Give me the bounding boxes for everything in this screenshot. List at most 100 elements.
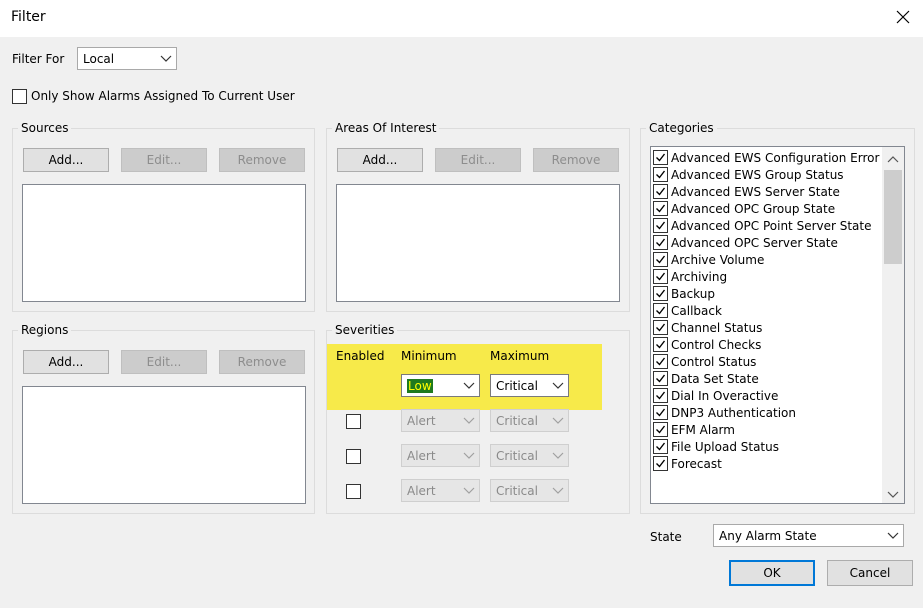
category-label: Callback: [671, 303, 722, 318]
category-item[interactable]: Advanced OPC Point Server State: [653, 217, 872, 234]
category-item[interactable]: Advanced OPC Server State: [653, 234, 838, 251]
regions-remove-button[interactable]: Remove: [219, 350, 305, 374]
categories-scrollbar[interactable]: [882, 147, 904, 503]
chevron-down-icon: [463, 382, 475, 389]
category-item[interactable]: Archiving: [653, 268, 727, 285]
category-checkbox[interactable]: [653, 201, 668, 216]
category-item[interactable]: Channel Status: [653, 319, 762, 336]
close-icon[interactable]: [891, 5, 915, 29]
category-item[interactable]: DNP3 Authentication: [653, 404, 796, 421]
categories-title: Categories: [646, 121, 717, 135]
category-item[interactable]: Callback: [653, 302, 722, 319]
regions-list[interactable]: [22, 386, 306, 504]
severity-min-value: Alert: [407, 483, 436, 498]
category-item[interactable]: Data Set State: [653, 370, 759, 387]
category-checkbox[interactable]: [653, 422, 668, 437]
category-checkbox[interactable]: [653, 439, 668, 454]
category-label: Channel Status: [671, 320, 763, 335]
category-label: Advanced OPC Group State: [671, 201, 836, 216]
cancel-button[interactable]: Cancel: [827, 560, 913, 586]
check-icon: [656, 153, 666, 162]
check-icon: [656, 204, 666, 213]
ok-button[interactable]: OK: [729, 560, 815, 586]
sources-list[interactable]: [22, 184, 306, 302]
category-item[interactable]: Advanced EWS Server State: [653, 183, 840, 200]
severity-max-select[interactable]: Critical: [490, 409, 569, 432]
category-checkbox[interactable]: [653, 218, 668, 233]
category-item[interactable]: File Upload Status: [653, 438, 779, 455]
areas-list[interactable]: [336, 184, 620, 302]
category-checkbox[interactable]: [653, 184, 668, 199]
category-label: Advanced OPC Point Server State: [671, 218, 872, 233]
category-checkbox[interactable]: [653, 303, 668, 318]
filter-for-select[interactable]: Local: [77, 47, 177, 70]
category-checkbox[interactable]: [653, 388, 668, 403]
chevron-down-icon: [463, 487, 475, 494]
severity-min-select[interactable]: Alert: [401, 409, 480, 432]
chevron-down-icon: [552, 452, 564, 459]
severity-max-value: Critical: [496, 483, 538, 498]
scrollbar-thumb[interactable]: [884, 170, 902, 264]
check-icon: [656, 459, 666, 468]
chevron-down-icon[interactable]: [887, 488, 899, 502]
filter-for-value: Local: [83, 51, 115, 66]
severity-max-select[interactable]: Critical: [490, 444, 569, 467]
check-icon: [656, 340, 666, 349]
severity-min-select[interactable]: Alert: [401, 479, 480, 502]
severity-min-select[interactable]: Alert: [401, 444, 480, 467]
category-checkbox[interactable]: [653, 150, 668, 165]
category-checkbox[interactable]: [653, 337, 668, 352]
check-icon: [656, 187, 666, 196]
regions-edit-button[interactable]: Edit...: [121, 350, 207, 374]
check-icon: [656, 408, 666, 417]
category-checkbox[interactable]: [653, 405, 668, 420]
check-icon: [656, 255, 666, 264]
severity-max-select[interactable]: Critical: [490, 479, 569, 502]
sources-remove-button[interactable]: Remove: [219, 148, 305, 172]
category-item[interactable]: Dial In Overactive: [653, 387, 778, 404]
areas-add-button[interactable]: Add...: [337, 148, 423, 172]
category-label: Advanced EWS Server State: [671, 184, 840, 199]
category-checkbox[interactable]: [653, 235, 668, 250]
severity-enabled-header: Enabled: [336, 349, 385, 363]
category-checkbox[interactable]: [653, 286, 668, 301]
category-item[interactable]: Advanced OPC Group State: [653, 200, 835, 217]
category-checkbox[interactable]: [653, 456, 668, 471]
category-checkbox[interactable]: [653, 269, 668, 284]
severity-max-select-active[interactable]: Critical: [490, 374, 569, 397]
category-checkbox[interactable]: [653, 354, 668, 369]
severity-enabled-checkbox[interactable]: [346, 484, 361, 499]
category-checkbox[interactable]: [653, 167, 668, 182]
category-item[interactable]: Control Checks: [653, 336, 761, 353]
severity-min-value: Low: [407, 378, 433, 393]
category-item[interactable]: EFM Alarm: [653, 421, 735, 438]
category-label: Backup: [671, 286, 715, 301]
only-show-checkbox[interactable]: [12, 89, 27, 104]
category-item[interactable]: Control Status: [653, 353, 756, 370]
sources-edit-button[interactable]: Edit...: [121, 148, 207, 172]
severity-max-value: Critical: [496, 378, 538, 393]
category-item[interactable]: Backup: [653, 285, 715, 302]
severity-enabled-checkbox[interactable]: [346, 449, 361, 464]
areas-edit-button[interactable]: Edit...: [435, 148, 521, 172]
chevron-up-icon[interactable]: [887, 152, 899, 166]
severity-min-select-active[interactable]: Low: [401, 374, 480, 397]
category-item[interactable]: Advanced EWS Configuration Error: [653, 149, 879, 166]
category-item[interactable]: Forecast: [653, 455, 722, 472]
chevron-down-icon: [463, 452, 475, 459]
category-item[interactable]: Advanced EWS Group Status: [653, 166, 844, 183]
check-icon: [656, 425, 666, 434]
regions-add-button[interactable]: Add...: [23, 350, 109, 374]
chevron-down-icon: [552, 382, 564, 389]
state-select[interactable]: Any Alarm State: [713, 524, 904, 547]
category-checkbox[interactable]: [653, 320, 668, 335]
sources-add-button[interactable]: Add...: [23, 148, 109, 172]
category-checkbox[interactable]: [653, 252, 668, 267]
severity-min-value: Alert: [407, 413, 436, 428]
category-checkbox[interactable]: [653, 371, 668, 386]
category-item[interactable]: Archive Volume: [653, 251, 764, 268]
categories-list[interactable]: Advanced EWS Configuration Error Advanced…: [650, 146, 905, 504]
severity-enabled-checkbox[interactable]: [346, 414, 361, 429]
areas-remove-button[interactable]: Remove: [533, 148, 619, 172]
check-icon: [656, 442, 666, 451]
